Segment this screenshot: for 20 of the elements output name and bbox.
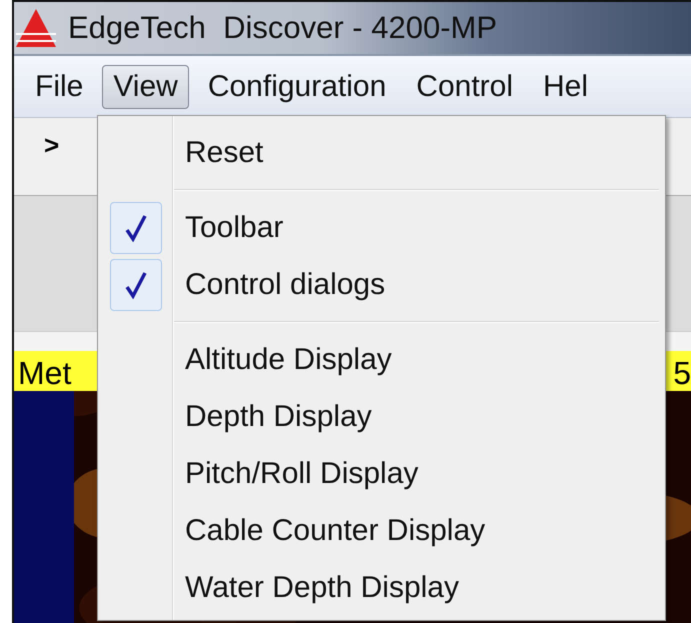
menu-entry[interactable]: Altitude Display	[185, 342, 392, 376]
menu-item[interactable]: Configuration	[196, 64, 398, 108]
toolbar-chevron[interactable]: >	[44, 130, 60, 161]
logo-icon	[14, 7, 58, 49]
menu-item[interactable]: Control	[405, 64, 524, 108]
menu-entry[interactable]: Control dialogs	[185, 268, 386, 302]
checkmark-icon	[125, 270, 147, 298]
menu-entry[interactable]: Reset	[185, 136, 264, 170]
window-title: EdgeTech Discover - 4200-MP	[68, 10, 498, 46]
menu-item[interactable]: File	[24, 64, 94, 108]
menu-entry[interactable]: Toolbar	[185, 210, 284, 244]
menu-item[interactable]: View	[102, 64, 189, 108]
menu-entry[interactable]: Depth Display	[185, 400, 372, 434]
data-value: 5	[673, 355, 691, 391]
menu-entry[interactable]: Cable Counter Display	[185, 514, 486, 548]
checkmark-icon	[125, 214, 147, 242]
menu-item[interactable]: Hel	[532, 64, 600, 108]
menu-entry[interactable]: Pitch/Roll Display	[185, 456, 418, 490]
menu-entry[interactable]: Water Depth Display	[185, 570, 459, 604]
data-label: Met	[18, 355, 72, 391]
